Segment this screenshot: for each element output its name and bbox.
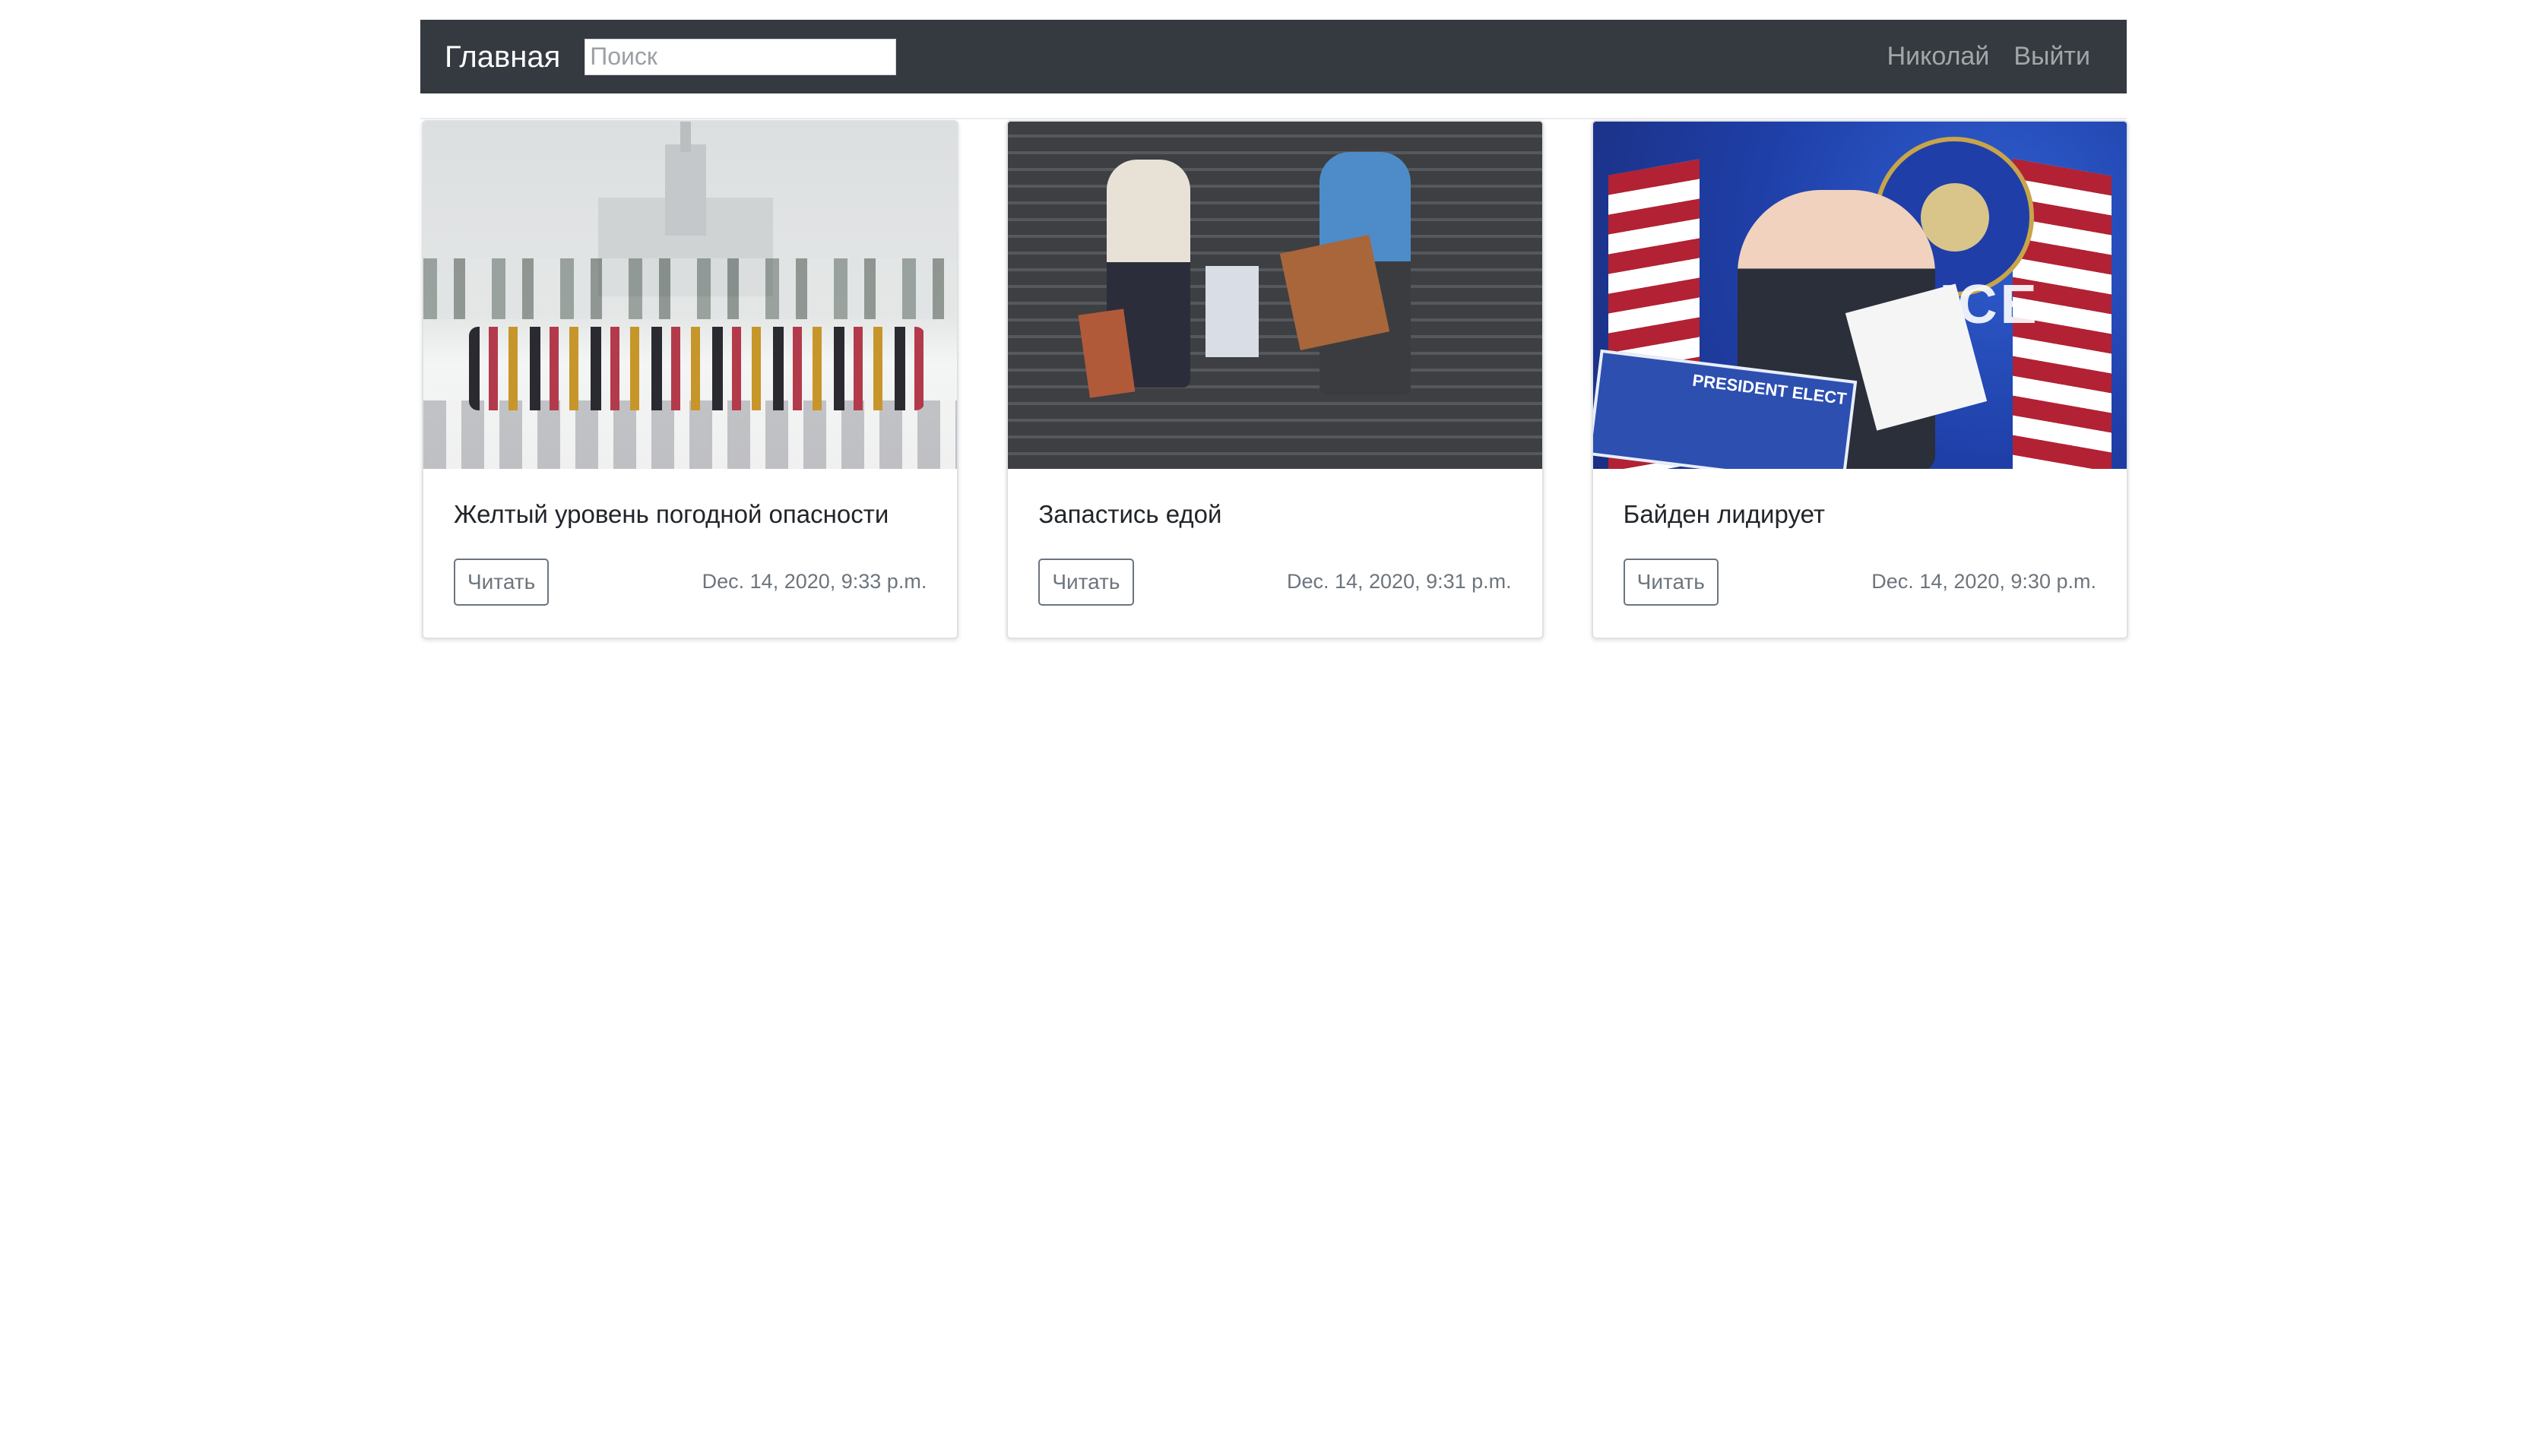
card-footer: Читать Dec. 14, 2020, 9:33 p.m. (454, 558, 927, 606)
navbar: Главная Николай Выйти (420, 20, 2127, 93)
image-ground (423, 400, 958, 469)
image-tower (665, 144, 706, 236)
read-button[interactable]: Читать (1038, 558, 1134, 606)
article-list: Желтый уровень погодной опасности Читать… (422, 120, 2128, 639)
article-title: Желтый уровень погодной опасности (454, 500, 889, 528)
article-card: Запастись едой Читать Dec. 14, 2020, 9:3… (1006, 120, 1544, 639)
article-card: OFFICE PRESIDENT ELECT Байден лидирует Ч… (1591, 120, 2128, 639)
logout-link[interactable]: Выйти (2013, 42, 2090, 71)
card-body: Желтый уровень погодной опасности Читать… (423, 469, 957, 606)
article-image-press-conference[interactable]: OFFICE PRESIDENT ELECT (1592, 122, 2127, 469)
user-link[interactable]: Николай (1887, 42, 1990, 71)
article-date: Dec. 14, 2020, 9:31 p.m. (1286, 570, 1512, 593)
read-button[interactable]: Читать (1623, 558, 1719, 606)
main-container: Главная Николай Выйти (420, 20, 2127, 93)
card-body: Запастись едой Читать Dec. 14, 2020, 9:3… (1008, 469, 1541, 606)
search-input[interactable] (585, 38, 897, 75)
article-title: Запастись едой (1038, 500, 1222, 528)
article-card: Желтый уровень погодной опасности Читать… (422, 120, 959, 639)
card-footer: Читать Dec. 14, 2020, 9:31 p.m. (1038, 558, 1512, 606)
card-footer: Читать Dec. 14, 2020, 9:30 p.m. (1623, 558, 2096, 606)
image-bag (1205, 266, 1259, 357)
read-button[interactable]: Читать (454, 558, 550, 606)
article-date: Dec. 14, 2020, 9:30 p.m. (1871, 570, 2096, 593)
image-trees (423, 258, 958, 319)
home-link[interactable]: Главная (445, 42, 560, 72)
article-image-shoppers[interactable] (1008, 122, 1542, 469)
nav-right: Николай Выйти (1887, 42, 2102, 71)
divider (420, 118, 2127, 119)
card-body: Байден лидирует Читать Dec. 14, 2020, 9:… (1593, 469, 2127, 606)
image-spire (680, 122, 691, 152)
article-date: Dec. 14, 2020, 9:33 p.m. (702, 570, 927, 593)
article-image-snowy-campus[interactable] (423, 122, 958, 469)
image-crowd (469, 327, 925, 410)
article-title: Байден лидирует (1623, 500, 1825, 528)
